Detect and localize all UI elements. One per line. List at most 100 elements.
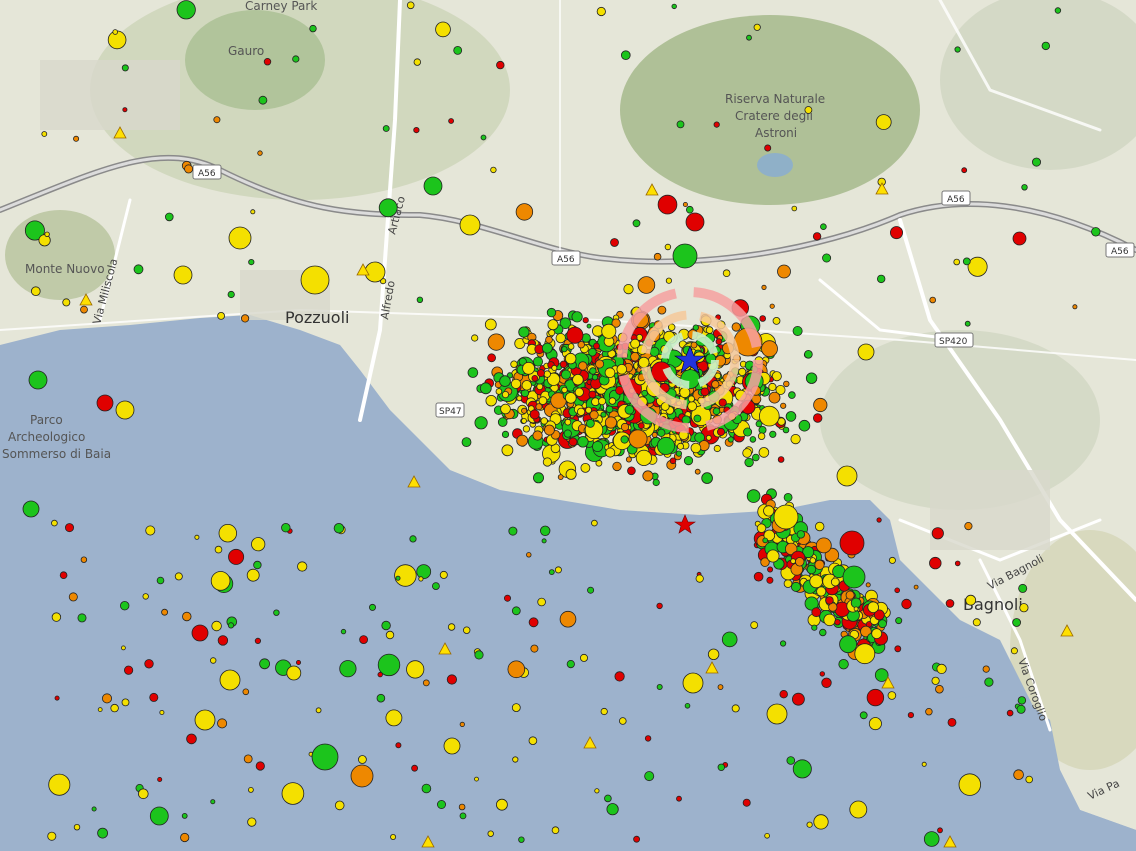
earthquake-marker[interactable] (443, 737, 461, 755)
earthquake-marker[interactable] (243, 754, 253, 764)
earthquake-marker[interactable] (804, 349, 813, 359)
earthquake-marker[interactable] (972, 618, 981, 627)
earthquake-marker[interactable] (459, 214, 481, 236)
earthquake-marker[interactable] (510, 378, 522, 389)
earthquake-marker[interactable] (656, 602, 663, 610)
earthquake-marker[interactable] (742, 448, 752, 458)
earthquake-marker[interactable] (511, 703, 521, 712)
earthquake-marker[interactable] (246, 568, 260, 582)
earthquake-marker[interactable] (51, 612, 62, 622)
earthquake-marker[interactable] (821, 677, 832, 689)
earthquake-marker[interactable] (159, 710, 165, 716)
earthquake-marker[interactable] (580, 462, 591, 473)
earthquake-marker[interactable] (1041, 41, 1050, 51)
earthquake-marker[interactable] (217, 718, 228, 729)
earthquake-marker[interactable] (717, 684, 724, 690)
earthquake-marker[interactable] (717, 427, 726, 436)
earthquake-marker[interactable] (805, 372, 818, 384)
earthquake-marker[interactable] (936, 663, 947, 675)
earthquake-marker[interactable] (812, 232, 822, 241)
earthquake-marker[interactable] (633, 835, 640, 843)
earthquake-marker[interactable] (642, 470, 654, 482)
earthquake-marker[interactable] (783, 579, 793, 588)
earthquake-marker[interactable] (731, 704, 740, 713)
earthquake-marker[interactable] (1006, 709, 1014, 717)
earthquake-marker[interactable] (551, 826, 560, 834)
earthquake-marker[interactable] (958, 773, 982, 796)
earthquake-marker[interactable] (459, 812, 467, 820)
earthquake-marker[interactable] (536, 383, 544, 391)
earthquake-marker[interactable] (610, 238, 619, 247)
earthquake-marker[interactable] (315, 707, 322, 714)
earthquake-marker[interactable] (1054, 7, 1062, 14)
earthquake-marker[interactable] (811, 624, 818, 631)
earthquake-marker[interactable] (51, 519, 58, 527)
earthquake-marker[interactable] (112, 29, 118, 35)
earthquake-marker[interactable] (561, 386, 568, 394)
earthquake-marker[interactable] (311, 743, 339, 771)
earthquake-marker[interactable] (785, 411, 797, 422)
earthquake-marker[interactable] (194, 709, 216, 731)
earthquake-marker[interactable] (219, 669, 241, 691)
earthquake-marker[interactable] (965, 594, 977, 606)
earthquake-marker[interactable] (121, 698, 130, 707)
earthquake-marker[interactable] (628, 429, 648, 449)
earthquake-marker[interactable] (377, 671, 383, 678)
earthquake-marker[interactable] (533, 472, 545, 484)
earthquake-marker[interactable] (790, 433, 801, 445)
earthquake-marker[interactable] (649, 346, 660, 357)
earthquake-marker[interactable] (250, 209, 256, 215)
earthquake-marker[interactable] (758, 405, 780, 427)
earthquake-marker[interactable] (701, 472, 713, 484)
earthquake-marker[interactable] (758, 447, 770, 458)
earthquake-marker[interactable] (174, 572, 183, 581)
earthquake-marker[interactable] (598, 397, 607, 406)
earthquake-marker[interactable] (604, 794, 612, 803)
earthquake-marker[interactable] (791, 205, 798, 212)
earthquake-marker[interactable] (65, 523, 75, 533)
earthquake-marker[interactable] (761, 340, 778, 358)
earthquake-marker[interactable] (809, 557, 816, 564)
earthquake-marker[interactable] (792, 692, 805, 706)
earthquake-marker[interactable] (839, 635, 857, 654)
earthquake-marker[interactable] (122, 107, 128, 113)
earthquake-marker[interactable] (564, 418, 572, 426)
earthquake-marker[interactable] (637, 276, 656, 294)
earthquake-marker[interactable] (877, 274, 886, 284)
earthquake-marker[interactable] (339, 660, 357, 678)
earthquake-marker[interactable] (806, 564, 817, 575)
earthquake-marker[interactable] (591, 374, 599, 381)
earthquake-marker[interactable] (790, 558, 796, 564)
earthquake-marker[interactable] (381, 620, 391, 631)
earthquake-marker[interactable] (273, 609, 280, 616)
earthquake-marker[interactable] (595, 359, 605, 369)
earthquake-marker[interactable] (48, 773, 71, 796)
earthquake-marker[interactable] (665, 277, 673, 284)
earthquake-marker[interactable] (925, 708, 933, 716)
earthquake-marker[interactable] (871, 628, 883, 639)
earthquake-marker[interactable] (954, 560, 961, 567)
earthquake-marker[interactable] (459, 721, 465, 728)
earthquake-marker[interactable] (540, 417, 548, 425)
earthquake-marker[interactable] (385, 709, 403, 727)
earthquake-marker[interactable] (612, 461, 622, 472)
earthquake-marker[interactable] (964, 521, 973, 531)
earthquake-marker[interactable] (59, 571, 68, 579)
map-canvas[interactable]: Carney Park Gauro Riserva Naturale Crate… (0, 0, 1136, 851)
earthquake-marker[interactable] (761, 284, 767, 290)
earthquake-marker[interactable] (259, 658, 271, 670)
earthquake-marker[interactable] (149, 692, 159, 702)
earthquake-marker[interactable] (435, 21, 451, 38)
earthquake-marker[interactable] (576, 407, 586, 416)
earthquake-marker[interactable] (627, 466, 636, 476)
earthquake-marker[interactable] (738, 367, 747, 376)
earthquake-marker[interactable] (500, 403, 511, 415)
earthquake-marker[interactable] (644, 771, 655, 782)
earthquake-marker[interactable] (242, 688, 250, 696)
earthquake-marker[interactable] (1021, 184, 1028, 191)
earthquake-marker[interactable] (385, 630, 395, 640)
earthquake-marker[interactable] (945, 599, 955, 608)
earthquake-marker[interactable] (616, 363, 628, 375)
earthquake-marker[interactable] (715, 338, 723, 345)
earthquake-marker[interactable] (600, 707, 608, 716)
